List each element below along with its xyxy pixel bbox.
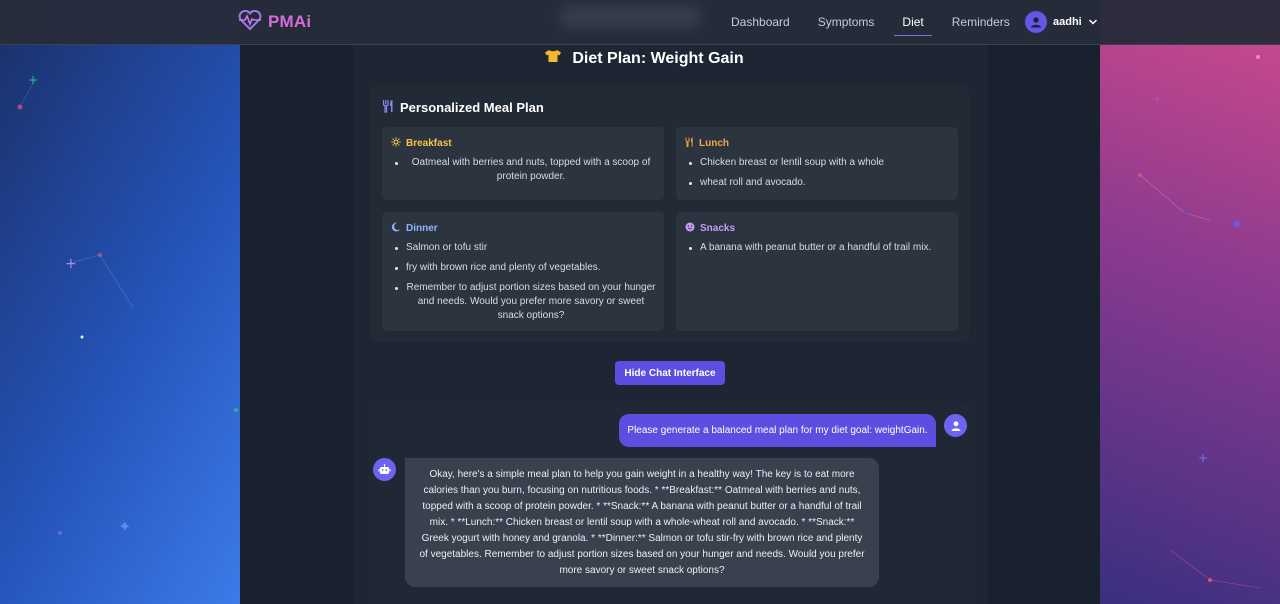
top-navbar: PMAi Dashboard Symptoms Diet Reminders a…: [0, 0, 1280, 45]
user-name: aadhi: [1053, 16, 1082, 28]
brand-logo[interactable]: PMAi: [238, 9, 312, 35]
breakfast-title: Breakfast: [391, 137, 452, 150]
nav-link-diet[interactable]: Diet: [894, 0, 933, 45]
meal-plan-heading-text: Personalized Meal Plan: [400, 100, 544, 115]
user-message-bubble: Please generate a balanced meal plan for…: [619, 414, 936, 447]
brand-name: PMAi: [268, 12, 312, 31]
hide-chat-button[interactable]: Hide Chat Interface: [615, 361, 725, 385]
constellation-decoration-right: ✦ + +: [1138, 55, 1261, 589]
user-menu[interactable]: aadhi: [1025, 11, 1098, 33]
nav-link-symptoms[interactable]: Symptoms: [818, 0, 875, 45]
user-icon: [944, 414, 967, 437]
user-avatar-icon: [1025, 11, 1047, 33]
left-decorative-background: + + ✦: [0, 0, 240, 604]
nav-links: Dashboard Symptoms Diet Reminders: [731, 0, 1038, 45]
svg-text:+: +: [28, 73, 38, 87]
meal-plan-heading: Personalized Meal Plan: [382, 99, 544, 116]
lunch-title: Lunch: [685, 137, 729, 150]
moon-icon: [391, 222, 401, 235]
lunch-title-text: Lunch: [699, 138, 729, 149]
dinner-item: fry with brown rice and plenty of vegeta…: [392, 261, 656, 275]
dinner-title: Dinner: [391, 222, 438, 235]
page-title: Diet Plan: Weight Gain: [0, 49, 1280, 68]
lunch-card: Lunch Chicken breast or lentil soup with…: [676, 127, 958, 200]
utensils-icon: [685, 137, 694, 150]
svg-text:+: +: [1152, 92, 1162, 106]
dinner-list: Salmon or tofu stir fry with brown rice …: [392, 241, 656, 329]
robot-icon: [373, 458, 396, 481]
shirt-icon: [544, 49, 562, 68]
svg-text:✦: ✦: [1230, 215, 1243, 234]
breakfast-card: Breakfast Oatmeal with berries and nuts,…: [382, 127, 664, 200]
breakfast-item: Oatmeal with berries and nuts, topped wi…: [392, 156, 656, 184]
breakfast-list: Oatmeal with berries and nuts, topped wi…: [392, 156, 656, 190]
lunch-list: Chicken breast or lentil soup with a who…: [686, 156, 950, 196]
snacks-list: A banana with peanut butter or a handful…: [686, 241, 950, 261]
snacks-title-text: Snacks: [700, 223, 736, 234]
nav-link-dashboard[interactable]: Dashboard: [731, 0, 790, 45]
snacks-card: Snacks A banana with peanut butter or a …: [676, 212, 958, 331]
blurred-region: [560, 6, 700, 28]
svg-text:+: +: [65, 256, 77, 272]
lunch-item: wheat roll and avocado.: [686, 176, 950, 190]
utensils-icon: [382, 99, 394, 116]
dinner-item: Remember to adjust portion sizes based o…: [392, 281, 656, 323]
right-decorative-background: ✦ + +: [1100, 0, 1280, 604]
nav-link-reminders[interactable]: Reminders: [952, 0, 1010, 45]
heartbeat-icon: [238, 9, 262, 35]
dinner-item: Salmon or tofu stir: [392, 241, 656, 255]
breakfast-title-text: Breakfast: [406, 138, 452, 149]
dinner-title-text: Dinner: [406, 223, 438, 234]
snacks-title: Snacks: [685, 222, 735, 235]
page-title-text: Diet Plan: Weight Gain: [572, 49, 744, 67]
svg-text:✦: ✦: [118, 517, 131, 536]
smile-icon: [685, 222, 695, 235]
lunch-item: Chicken breast or lentil soup with a who…: [686, 156, 950, 170]
snacks-item: A banana with peanut butter or a handful…: [686, 241, 950, 255]
bot-message-bubble: Okay, here's a simple meal plan to help …: [405, 458, 879, 587]
chevron-down-icon: [1088, 13, 1098, 31]
sun-icon: [391, 137, 401, 150]
dinner-card: Dinner Salmon or tofu stir fry with brow…: [382, 212, 664, 331]
constellation-decoration: + + ✦: [17, 73, 238, 536]
svg-text:+: +: [1198, 451, 1208, 465]
